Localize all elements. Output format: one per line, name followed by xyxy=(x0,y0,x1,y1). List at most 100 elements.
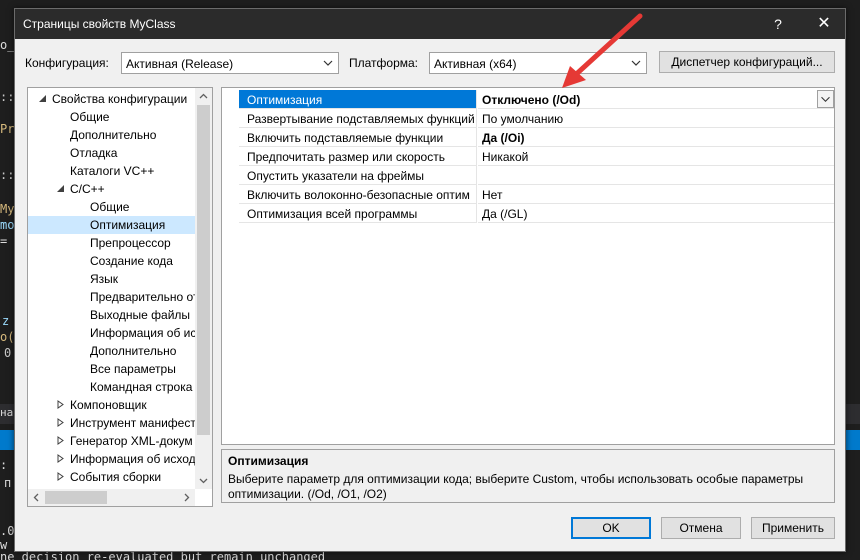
bg-code-fragment: o( xyxy=(0,330,15,344)
scroll-down-icon[interactable] xyxy=(195,472,212,489)
expanded-triangle-icon[interactable] xyxy=(56,184,65,193)
scroll-left-icon[interactable] xyxy=(28,489,45,506)
collapsed-triangle-icon[interactable] xyxy=(56,400,65,409)
apply-button[interactable]: Применить xyxy=(751,517,835,539)
tree-item-label: Отладка xyxy=(70,146,118,160)
tree-item[interactable]: Общие xyxy=(28,198,196,216)
scroll-thumb[interactable] xyxy=(197,105,210,435)
tree-item[interactable]: Дополнительно xyxy=(28,126,196,144)
chevron-down-icon xyxy=(631,60,641,66)
tree-item[interactable]: Язык xyxy=(28,270,196,288)
tree-item[interactable]: Командная строка xyxy=(28,378,196,396)
property-value[interactable]: Отключено (/Od) xyxy=(478,90,834,109)
configuration-value: Активная (Release) xyxy=(126,57,234,71)
bg-status-bar xyxy=(846,430,860,450)
configuration-label: Конфигурация: xyxy=(25,56,109,70)
collapsed-triangle-icon[interactable] xyxy=(56,436,65,445)
bg-code-fragment: = xyxy=(0,234,8,248)
tree-item-label: Инструмент манифест xyxy=(70,416,196,430)
tree-item-label: Командная строка xyxy=(90,380,193,394)
tree-item[interactable]: Дополнительно xyxy=(28,342,196,360)
property-grid[interactable]: Оптимизация Отключено (/Od) Развертывание … xyxy=(221,87,835,445)
bg-code-fragment: Pr xyxy=(0,122,15,136)
property-row[interactable]: Включить волоконно-безопасные оптим Нет xyxy=(222,185,834,204)
tree-item-label: Свойства конфигурации xyxy=(52,92,188,106)
property-value[interactable]: Да (/GL) xyxy=(478,204,834,223)
scroll-right-icon[interactable] xyxy=(178,489,195,506)
scroll-up-icon[interactable] xyxy=(195,88,212,105)
platform-combo[interactable]: Активная (x64) xyxy=(429,52,647,74)
tree-item[interactable]: Все параметры xyxy=(28,360,196,378)
tree-item[interactable]: Информация об ис xyxy=(28,324,196,342)
platform-value: Активная (x64) xyxy=(434,57,517,71)
close-button[interactable]: ✕ xyxy=(813,13,835,35)
tree-item-label: Информация об ис xyxy=(90,326,196,340)
tree-item[interactable]: Создание кода xyxy=(28,252,196,270)
tree-item-label: Выходные файлы xyxy=(90,308,191,322)
bg-code-fragment: :: xyxy=(0,90,15,104)
property-value[interactable]: По умолчанию xyxy=(478,109,834,128)
bg-code-fragment: : xyxy=(0,458,8,472)
tree-item-label: Оптимизация xyxy=(90,218,166,232)
property-value[interactable] xyxy=(478,166,834,185)
tree-item-label: Дополнительно xyxy=(90,344,177,358)
collapsed-triangle-icon[interactable] xyxy=(56,454,65,463)
bg-code-fragment: o_ xyxy=(0,38,15,52)
property-name: Оптимизация xyxy=(239,90,477,109)
expanded-triangle-icon[interactable] xyxy=(38,94,47,103)
tree-item[interactable]: Свойства конфигурации xyxy=(28,90,196,108)
tree-item[interactable]: Общие xyxy=(28,108,196,126)
configuration-combo[interactable]: Активная (Release) xyxy=(121,52,339,74)
dropdown-chevron-icon[interactable] xyxy=(817,90,834,108)
tree-item[interactable]: Инструмент манифест xyxy=(28,414,196,432)
tree-item-label: Общие xyxy=(70,110,110,124)
bg-code-fragment: 0 xyxy=(4,346,12,360)
tree-item[interactable]: Препроцессор xyxy=(28,234,196,252)
settings-tree[interactable]: Свойства конфигурации Общие Дополнительно О… xyxy=(27,87,213,507)
tree-item-label: Информация об исход xyxy=(70,452,196,466)
property-name: Развертывание подставляемых функций xyxy=(239,109,477,128)
tree-item[interactable]: Выходные файлы xyxy=(28,306,196,324)
configuration-manager-button[interactable]: Диспетчер конфигураций... xyxy=(659,51,835,73)
property-name: Предпочитать размер или скорость xyxy=(239,147,477,166)
property-row[interactable]: Предпочитать размер или скорость Никакой xyxy=(222,147,834,166)
property-pages-dialog: Страницы свойств MyClass ? ✕ Конфигураци… xyxy=(14,8,846,552)
property-row[interactable]: Включить подставляемые функции Да (/Oi) xyxy=(222,128,834,147)
tree-item[interactable]: Оптимизация xyxy=(28,216,196,234)
tree-item[interactable]: C/C++ xyxy=(28,180,196,198)
tree-item[interactable]: Отладка xyxy=(28,144,196,162)
property-value[interactable]: Никакой xyxy=(478,147,834,166)
tree-item-label: Генератор XML-докум xyxy=(70,434,193,448)
collapsed-triangle-icon[interactable] xyxy=(56,472,65,481)
property-row[interactable]: Опустить указатели на фреймы xyxy=(222,166,834,185)
tree-item[interactable]: Предварительно от xyxy=(28,288,196,306)
property-value[interactable]: Нет xyxy=(478,185,834,204)
property-name: Включить подставляемые функции xyxy=(239,128,477,147)
tree-item-label: Предварительно от xyxy=(90,290,196,304)
description-text: Выберите параметр для оптимизации кода; … xyxy=(228,472,804,501)
dialog-title: Страницы свойств MyClass xyxy=(23,17,176,31)
bg-status-bar xyxy=(0,430,14,450)
tree-vertical-scrollbar[interactable] xyxy=(195,88,212,489)
tree-item[interactable]: Компоновщик xyxy=(28,396,196,414)
tree-item[interactable]: Каталоги VC++ xyxy=(28,162,196,180)
cancel-button[interactable]: Отмена xyxy=(661,517,741,539)
tree-item[interactable]: Генератор XML-докум xyxy=(28,432,196,450)
bg-code-fragment: на xyxy=(0,406,14,419)
bg-code-fragment: .0 xyxy=(0,524,15,538)
collapsed-triangle-icon[interactable] xyxy=(56,418,65,427)
property-row[interactable]: Оптимизация Отключено (/Od) xyxy=(222,90,834,109)
tree-item-label: Каталоги VC++ xyxy=(70,164,155,178)
ok-button[interactable]: OK xyxy=(571,517,651,539)
help-button[interactable]: ? xyxy=(767,13,789,35)
property-row[interactable]: Оптимизация всей программы Да (/GL) xyxy=(222,204,834,223)
bg-code-fragment: mo xyxy=(0,218,15,232)
property-row[interactable]: Развертывание подставляемых функций По ум… xyxy=(222,109,834,128)
scroll-thumb[interactable] xyxy=(45,491,107,504)
tree-item[interactable]: События сборки xyxy=(28,468,196,486)
property-value[interactable]: Да (/Oi) xyxy=(478,128,834,147)
tree-item[interactable]: Информация об исход xyxy=(28,450,196,468)
tree-horizontal-scrollbar[interactable] xyxy=(28,489,195,506)
bg-code-fragment: :: xyxy=(0,168,15,182)
row-gutter xyxy=(222,204,238,223)
